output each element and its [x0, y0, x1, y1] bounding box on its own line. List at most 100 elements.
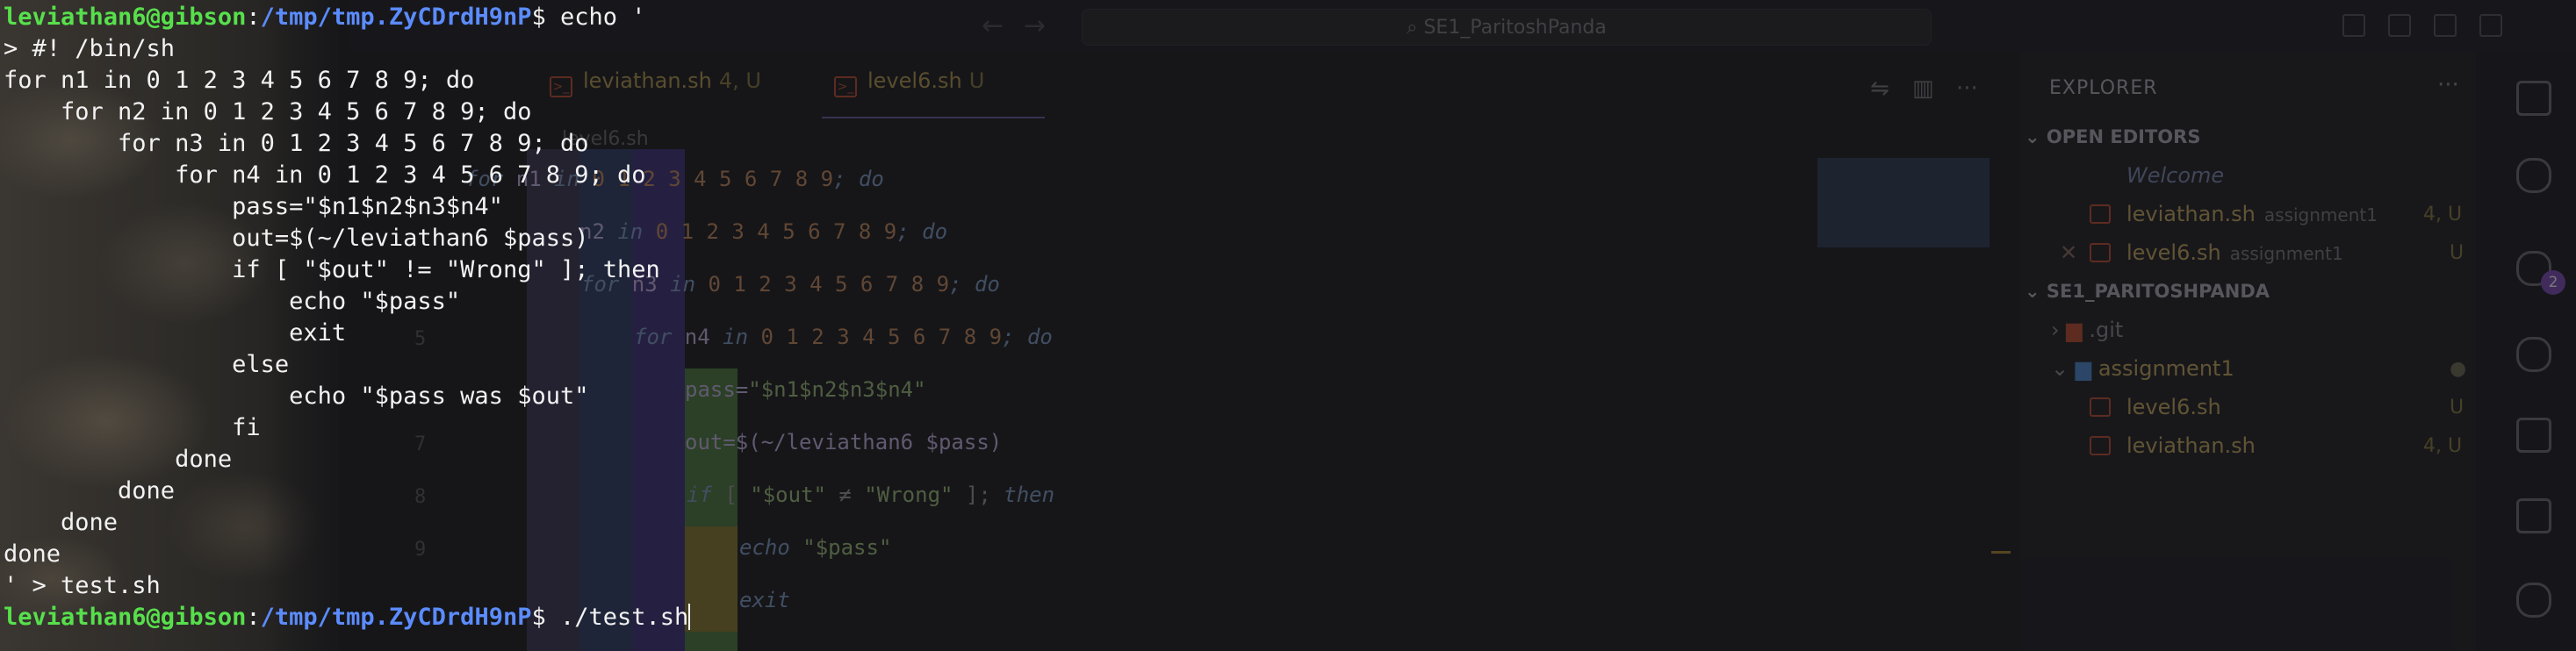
search-icon: ⌕	[1407, 17, 1424, 39]
prompt-path: /tmp/tmp.ZyCDrdH9nP	[260, 4, 532, 31]
terminal-line: for n1 in 0 1 2 3 4 5 6 7 8 9; do	[4, 67, 475, 94]
code-line-n4[interactable]: for n4 in 0 1 2 3 4 5 6 7 8 9; do	[634, 325, 1053, 349]
open-editors-label: OPEN EDITORS	[2046, 126, 2201, 147]
code-line-pass[interactable]: pass="$n1$n2$n3$n4"	[685, 377, 926, 402]
terminal-line: for n3 in 0 1 2 3 4 5 6 7 8 9; do	[4, 130, 589, 157]
split-editor-icon[interactable]: ▥	[1912, 75, 1934, 102]
open-editors-section[interactable]: ⌄ OPEN EDITORS	[2025, 126, 2200, 147]
open-editor-welcome[interactable]: Welcome	[2126, 163, 2224, 188]
terminal-file-icon	[2090, 436, 2111, 455]
open-editor-level6[interactable]: level6.sh assignment1	[2126, 240, 2343, 265]
tab-level6[interactable]: >_ level6.sh U	[834, 68, 984, 107]
github-icon[interactable]	[2516, 337, 2551, 372]
search-icon[interactable]	[2516, 583, 2551, 618]
git-status: ●	[2450, 358, 2467, 380]
active-tab-indicator	[822, 117, 1045, 118]
open-editor-label: level6.sh	[2126, 240, 2221, 265]
tree-file-leviathan[interactable]: leviathan.sh	[2126, 433, 2256, 458]
code-line-out[interactable]: out=$(~/leviathan6 $pass)	[685, 430, 1002, 454]
folder-open-icon: ▆	[2075, 356, 2098, 381]
git-status: U	[2450, 242, 2464, 264]
open-editor-desc: assignment1	[2229, 243, 2343, 264]
customize-layout-icon[interactable]	[2479, 14, 2502, 37]
chevron-down-icon: ⌄	[2025, 126, 2047, 147]
terminal-line: done	[4, 446, 233, 473]
files-icon[interactable]	[2516, 81, 2551, 116]
terminal-file-icon	[2090, 243, 2111, 262]
terminal-prompt-line[interactable]: leviathan6@gibson:/tmp/tmp.ZyCDrdH9nP$ .…	[4, 602, 691, 633]
prompt-user: leviathan6@gibson	[4, 604, 247, 631]
open-editor-leviathan[interactable]: leviathan.sh assignment1	[2126, 202, 2378, 226]
terminal-command[interactable]: ./test.sh	[560, 604, 688, 631]
forward-arrow-icon[interactable]: →	[1024, 11, 1046, 41]
toggle-secondary-sidebar-icon[interactable]	[2434, 14, 2457, 37]
terminal-line: pass="$n1$n2$n3$n4"	[4, 193, 503, 220]
terminal-command: echo '	[559, 4, 646, 31]
line-number: 8	[414, 486, 427, 508]
tree-label: assignment1	[2097, 356, 2234, 381]
terminal-file-icon: >_	[550, 76, 572, 97]
terminal-line: echo "$pass"	[4, 288, 461, 315]
terminal-line: if [ "$out" != "Wrong" ]; then	[4, 256, 660, 283]
prompt-dollar: $	[531, 604, 560, 631]
back-arrow-icon[interactable]: ←	[982, 11, 1004, 41]
scm-count-badge: 2	[2541, 270, 2565, 295]
terminal-file-icon: >_	[834, 76, 857, 97]
tab-label: level6.sh	[867, 68, 962, 93]
tree-file-level6[interactable]: level6.sh	[2126, 395, 2221, 419]
code-line-n2[interactable]: n2 in 0 1 2 3 4 5 6 7 8 9; do	[579, 219, 947, 244]
terminal-line: ' > test.sh	[4, 572, 161, 599]
folder-git[interactable]: › ▆ .git	[2051, 318, 2123, 342]
tab-badge: 4, U	[718, 68, 761, 93]
open-editor-label: leviathan.sh	[2126, 202, 2256, 226]
terminal-line: done	[4, 540, 61, 568]
explorer-title: EXPLORER	[2049, 77, 2158, 99]
prompt-path: /tmp/tmp.ZyCDrdH9nP	[260, 604, 532, 631]
prompt-separator: :	[246, 604, 261, 631]
database-icon[interactable]	[2516, 418, 2551, 453]
terminal-line: out=$(~/leviathan6 $pass)	[4, 225, 589, 252]
more-actions-icon[interactable]: ···	[1956, 75, 1978, 102]
terminal-line: done	[4, 477, 176, 504]
minimap[interactable]	[1817, 158, 1990, 247]
folder-icon: ▆	[2066, 318, 2090, 342]
close-icon[interactable]: ✕	[2060, 240, 2077, 265]
text-cursor	[688, 604, 691, 630]
settings-gear-icon[interactable]	[2516, 498, 2551, 533]
terminal-line: exit	[4, 319, 347, 347]
folder-assignment1[interactable]: ⌄ ▆ assignment1	[2051, 356, 2234, 381]
open-editor-desc: assignment1	[2263, 204, 2378, 225]
code-line-if[interactable]: if [ "$out" ≠ "Wrong" ]; then	[687, 483, 1054, 507]
tab-leviathan[interactable]: >_ leviathan.sh 4, U	[550, 68, 761, 107]
terminal-line: done	[4, 509, 119, 536]
code-line-echo[interactable]: echo "$pass"	[739, 535, 891, 560]
overview-ruler-mark	[1991, 551, 2011, 554]
terminal-line: else	[4, 351, 290, 378]
terminal-line: > #! /bin/sh	[4, 35, 176, 62]
terminal-line: echo "$pass was $out"	[4, 383, 589, 410]
git-status: 4, U	[2423, 435, 2463, 457]
git-status: 4, U	[2423, 204, 2463, 225]
project-section[interactable]: ⌄ SE1_PARITOSHPANDA	[2025, 281, 2270, 302]
prompt-dollar: $	[531, 4, 560, 31]
terminal-prompt-line: leviathan6@gibson:/tmp/tmp.ZyCDrdH9nP$ e…	[4, 2, 646, 33]
prompt-separator: :	[246, 4, 261, 31]
terminal-line: fi	[4, 414, 261, 441]
code-line-exit[interactable]: exit	[739, 588, 790, 612]
tree-label: leviathan.sh	[2126, 433, 2256, 458]
indent-guide	[685, 526, 738, 632]
tab-label: leviathan.sh	[583, 68, 712, 93]
chevron-down-icon: ⌄	[2051, 356, 2076, 381]
toggle-sidebar-icon[interactable]	[2342, 14, 2365, 37]
terminal-file-icon	[2090, 397, 2111, 417]
toggle-panel-icon[interactable]	[2388, 14, 2411, 37]
tree-label: .git	[2089, 318, 2124, 342]
open-changes-icon[interactable]: ⇋	[1870, 75, 1889, 102]
chevron-right-icon: ›	[2051, 318, 2067, 342]
explorer-more-icon[interactable]: ···	[2437, 72, 2459, 98]
terminal-line: for n2 in 0 1 2 3 4 5 6 7 8 9; do	[4, 98, 532, 125]
extensions-puzzle-icon[interactable]	[2516, 158, 2551, 193]
line-number: 9	[414, 539, 427, 561]
command-center-search[interactable]: ⌕ SE1_ParitoshPanda	[1082, 9, 1932, 46]
line-number: 5	[414, 328, 427, 350]
